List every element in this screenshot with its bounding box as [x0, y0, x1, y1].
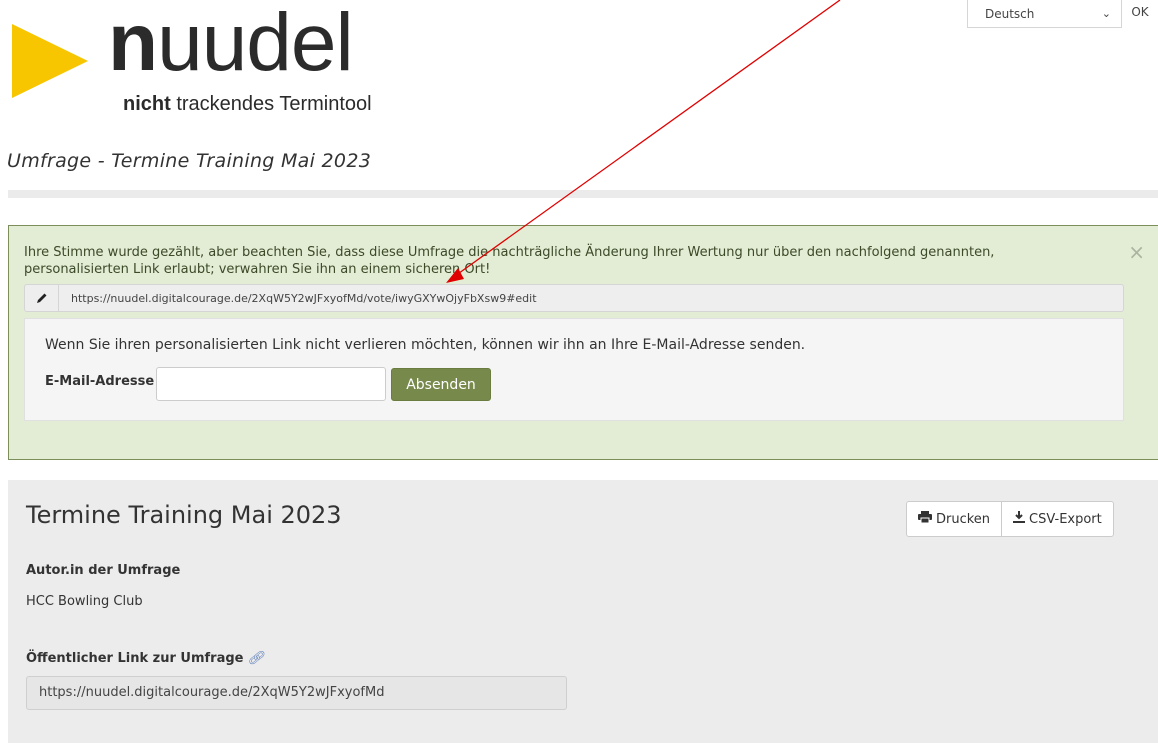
email-hint: Wenn Sie ihren personalisierten Link nic… — [45, 337, 806, 353]
logo-wordmark: nuudel — [108, 0, 354, 88]
logo[interactable]: nuudel nicht trackendes Termintool — [8, 0, 428, 122]
csv-export-label: CSV-Export — [1029, 511, 1102, 527]
language-select-value: Deutsch — [985, 6, 1035, 21]
link-icon[interactable]: 🔗︎ — [247, 651, 264, 666]
logo-triangle-icon — [12, 24, 88, 98]
language-select[interactable]: Deutsch ⌄ — [967, 0, 1122, 28]
divider — [8, 190, 1158, 198]
poll-title: Termine Training Mai 2023 — [26, 501, 342, 529]
public-link-field[interactable]: https://nuudel.digitalcourage.de/2XqW5Y2… — [26, 676, 567, 710]
author-name: HCC Bowling Club — [26, 594, 143, 609]
page-subtitle: Umfrage - Termine Training Mai 2023 — [7, 150, 372, 172]
close-icon[interactable]: × — [1128, 240, 1145, 264]
download-icon — [1013, 511, 1026, 527]
vote-success-alert: Ihre Stimme wurde gezählt, aber beachten… — [8, 225, 1158, 460]
poll-panel: Termine Training Mai 2023 Drucken CSV-Ex… — [8, 480, 1158, 743]
email-send-box: Wenn Sie ihren personalisierten Link nic… — [24, 318, 1124, 421]
printer-icon — [918, 511, 932, 527]
logo-tagline: nicht trackendes Termintool — [123, 93, 372, 115]
chevron-down-icon: ⌄ — [1101, 7, 1111, 20]
language-ok-button[interactable]: OK — [1122, 0, 1158, 28]
alert-message: Ihre Stimme wurde gezählt, aber beachten… — [24, 245, 995, 277]
public-link-heading: Öffentlicher Link zur Umfrage 🔗︎ — [26, 651, 264, 666]
edit-link-field[interactable]: https://nuudel.digitalcourage.de/2XqW5Y2… — [24, 284, 1124, 312]
email-field[interactable] — [156, 367, 386, 401]
poll-actions: Drucken CSV-Export — [906, 501, 1114, 537]
print-label: Drucken — [936, 511, 991, 527]
send-button[interactable]: Absenden — [391, 368, 491, 401]
print-button[interactable]: Drucken — [907, 502, 1001, 536]
edit-link-url[interactable]: https://nuudel.digitalcourage.de/2XqW5Y2… — [59, 292, 537, 305]
pencil-icon — [25, 285, 59, 311]
author-heading: Autor.in der Umfrage — [26, 563, 181, 578]
csv-export-button[interactable]: CSV-Export — [1001, 502, 1113, 536]
email-label: E-Mail-Adresse — [45, 374, 155, 389]
